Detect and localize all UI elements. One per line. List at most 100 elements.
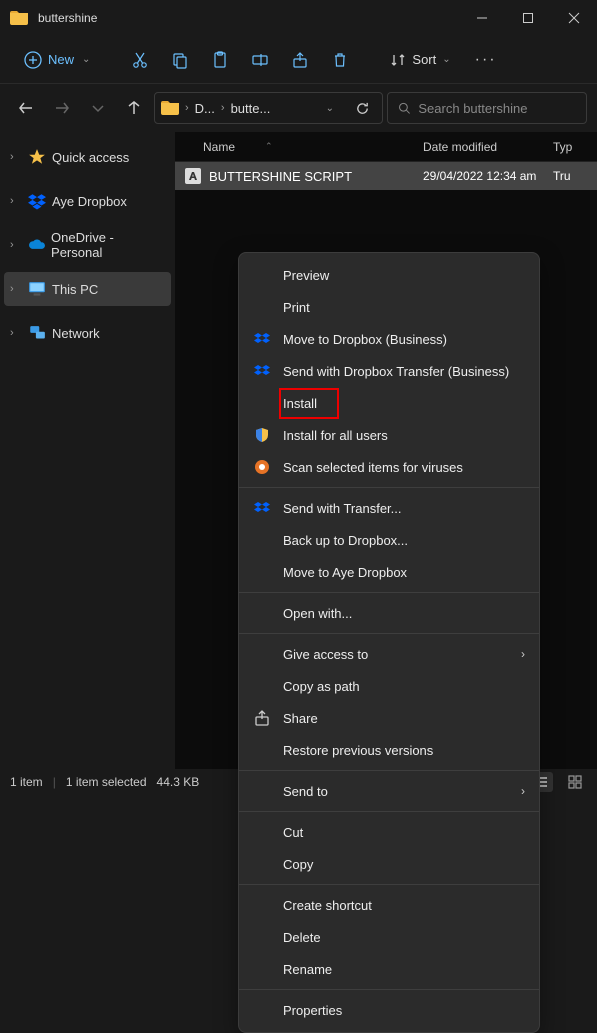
chevron-right-icon: › (221, 102, 225, 114)
dropbox-icon (253, 499, 271, 517)
search-box[interactable] (387, 92, 587, 124)
rename-button[interactable] (242, 42, 278, 78)
close-button[interactable] (551, 0, 597, 36)
file-type: Tru (553, 169, 597, 183)
recent-button[interactable] (82, 92, 114, 124)
folder-icon (161, 101, 179, 115)
network-icon (28, 325, 46, 341)
tree-label: This PC (52, 282, 98, 297)
new-label: New (48, 52, 74, 67)
navigation-tree: › Quick access › Aye Dropbox › OneDrive … (0, 132, 175, 769)
chevron-right-icon[interactable]: › (10, 283, 22, 295)
tree-item-quick-access[interactable]: › Quick access (4, 140, 171, 174)
breadcrumb-part[interactable]: D... (195, 101, 215, 116)
minimize-button[interactable] (459, 0, 505, 36)
file-row[interactable]: BUTTERSHINE SCRIPT 29/04/2022 12:34 am T… (175, 162, 597, 190)
up-button[interactable] (118, 92, 150, 124)
column-name[interactable]: Name⌃ (175, 140, 423, 154)
dropbox-icon (28, 193, 46, 209)
copy-button[interactable] (162, 42, 198, 78)
ctx-scan-viruses[interactable]: Scan selected items for viruses (239, 451, 539, 483)
ctx-cut[interactable]: Cut (239, 816, 539, 848)
forward-button[interactable] (46, 92, 78, 124)
tree-item-aye-dropbox[interactable]: › Aye Dropbox (4, 184, 171, 218)
ctx-delete[interactable]: Delete (239, 921, 539, 953)
ctx-send-dropbox-transfer[interactable]: Send with Dropbox Transfer (Business) (239, 355, 539, 387)
font-file-icon (185, 168, 201, 184)
column-date[interactable]: Date modified (423, 140, 553, 154)
column-type[interactable]: Typ (553, 140, 597, 154)
chevron-right-icon[interactable]: › (10, 151, 22, 163)
context-menu: Preview Print Move to Dropbox (Business)… (238, 252, 540, 1033)
folder-icon (10, 11, 28, 25)
cloud-icon (28, 237, 45, 253)
ctx-open-with[interactable]: Open with... (239, 597, 539, 629)
status-size: 44.3 KB (157, 775, 200, 789)
command-bar: New ⌄ Sort ⌄ ··· (0, 36, 597, 84)
sort-indicator-icon: ⌃ (265, 141, 273, 152)
ctx-create-shortcut[interactable]: Create shortcut (239, 889, 539, 921)
star-icon (28, 149, 46, 165)
status-selection: 1 item selected (66, 775, 147, 789)
chevron-right-icon[interactable]: › (10, 327, 22, 339)
file-date: 29/04/2022 12:34 am (423, 169, 553, 183)
dropbox-icon (253, 330, 271, 348)
shield-icon (253, 426, 271, 444)
chevron-down-icon[interactable]: ⌄ (326, 103, 334, 114)
cut-button[interactable] (122, 42, 158, 78)
ctx-preview[interactable]: Preview (239, 259, 539, 291)
monitor-icon (28, 281, 46, 297)
title-bar: buttershine (0, 0, 597, 36)
ctx-copy[interactable]: Copy (239, 848, 539, 880)
tree-item-onedrive[interactable]: › OneDrive - Personal (4, 228, 171, 262)
ctx-move-aye-dropbox[interactable]: Move to Aye Dropbox (239, 556, 539, 588)
search-input[interactable] (418, 101, 576, 116)
chevron-right-icon[interactable]: › (10, 239, 22, 251)
thumbnails-view-button[interactable] (563, 772, 587, 792)
chevron-right-icon: › (185, 102, 189, 114)
maximize-button[interactable] (505, 0, 551, 36)
tree-item-network[interactable]: › Network (4, 316, 171, 350)
share-icon (253, 709, 271, 727)
window-title: buttershine (38, 11, 459, 25)
navigation-bar: › D... › butte... ⌄ (0, 84, 597, 132)
tree-label: Network (52, 326, 100, 341)
ctx-rename[interactable]: Rename (239, 953, 539, 985)
chevron-down-icon: ⌄ (442, 54, 450, 65)
chevron-down-icon: ⌄ (82, 54, 90, 65)
ctx-send-with-transfer[interactable]: Send with Transfer... (239, 492, 539, 524)
scan-icon (253, 458, 271, 476)
ctx-share[interactable]: Share (239, 702, 539, 734)
chevron-right-icon[interactable]: › (10, 195, 22, 207)
delete-button[interactable] (322, 42, 358, 78)
ctx-give-access[interactable]: Give access to› (239, 638, 539, 670)
ctx-install[interactable]: Install (239, 387, 539, 419)
ctx-backup-dropbox[interactable]: Back up to Dropbox... (239, 524, 539, 556)
sort-button[interactable]: Sort ⌄ (380, 46, 460, 74)
back-button[interactable] (10, 92, 42, 124)
dropbox-icon (253, 362, 271, 380)
ctx-move-dropbox-business[interactable]: Move to Dropbox (Business) (239, 323, 539, 355)
search-icon (398, 101, 410, 115)
ctx-properties[interactable]: Properties (239, 994, 539, 1026)
refresh-button[interactable] (348, 94, 376, 122)
sort-label: Sort (412, 52, 436, 67)
status-item-count: 1 item (10, 775, 43, 789)
breadcrumb-part[interactable]: butte... (231, 101, 271, 116)
tree-item-this-pc[interactable]: › This PC (4, 272, 171, 306)
tree-label: Quick access (52, 150, 129, 165)
tree-label: OneDrive - Personal (51, 230, 165, 260)
more-button[interactable]: ··· (465, 45, 507, 75)
share-button[interactable] (282, 42, 318, 78)
paste-button[interactable] (202, 42, 238, 78)
ctx-install-all-users[interactable]: Install for all users (239, 419, 539, 451)
ctx-send-to[interactable]: Send to› (239, 775, 539, 807)
new-button[interactable]: New ⌄ (14, 45, 100, 75)
chevron-right-icon: › (521, 784, 525, 798)
ctx-restore-versions[interactable]: Restore previous versions (239, 734, 539, 766)
address-bar[interactable]: › D... › butte... ⌄ (154, 92, 383, 124)
file-name: BUTTERSHINE SCRIPT (209, 169, 352, 184)
ctx-copy-path[interactable]: Copy as path (239, 670, 539, 702)
column-headers: Name⌃ Date modified Typ (175, 132, 597, 162)
ctx-print[interactable]: Print (239, 291, 539, 323)
